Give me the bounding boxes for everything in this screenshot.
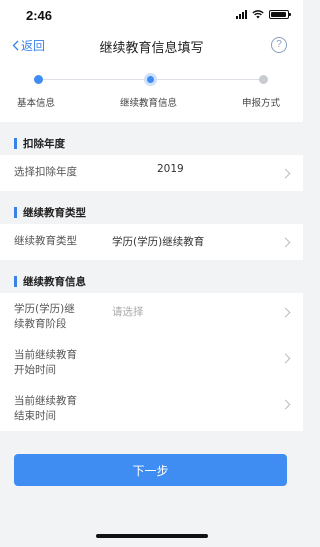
step-connector bbox=[156, 79, 260, 80]
start-time-row[interactable]: 当前继续教育 开始时间 bbox=[0, 339, 303, 385]
start-time-label: 当前继续教育 开始时间 bbox=[14, 349, 77, 376]
stage-select-row[interactable]: 学历(学历)继 续教育阶段 请选择 bbox=[0, 293, 303, 339]
cellular-signal-icon bbox=[236, 10, 247, 19]
end-time-label: 当前继续教育 结束时间 bbox=[14, 395, 77, 422]
year-value: 2019 bbox=[157, 163, 184, 175]
next-button[interactable]: 下一步 bbox=[14, 454, 287, 486]
help-icon[interactable]: ? bbox=[271, 37, 287, 53]
step-connector bbox=[40, 79, 146, 80]
section-title: 继续教育信息 bbox=[23, 275, 86, 288]
year-row-label: 选择扣除年度 bbox=[14, 166, 77, 178]
type-row-label: 继续教育类型 bbox=[14, 235, 77, 247]
home-indicator[interactable] bbox=[96, 534, 208, 538]
stage-row-label: 学历(学历)继 续教育阶段 bbox=[14, 303, 75, 330]
section-header-info: 继续教育信息 bbox=[0, 269, 303, 293]
section-header-year: 扣除年度 bbox=[0, 131, 303, 155]
end-time-row[interactable]: 当前继续教育 结束时间 bbox=[0, 385, 303, 431]
battery-icon bbox=[269, 10, 291, 19]
step-dot-completed bbox=[34, 75, 43, 84]
step-dot-current bbox=[147, 76, 154, 83]
page-title: 继续教育信息填写 bbox=[99, 41, 204, 56]
type-value: 学历(学历)继续教育 bbox=[112, 236, 205, 248]
chevron-right-icon bbox=[280, 307, 291, 318]
step-label-education-info: 继续教育信息 bbox=[120, 98, 178, 109]
type-select-row[interactable]: 继续教育类型 学历(学历)继续教育 bbox=[0, 224, 303, 260]
wifi-icon bbox=[252, 10, 264, 19]
chevron-right-icon bbox=[280, 168, 291, 179]
step-label-basic-info: 基本信息 bbox=[17, 98, 56, 109]
status-bar: 2:46 bbox=[0, 0, 303, 30]
step-indicator: 基本信息 继续教育信息 申报方式 bbox=[0, 62, 303, 122]
year-select-row[interactable]: 选择扣除年度 2019 bbox=[0, 155, 303, 191]
chevron-right-icon bbox=[280, 353, 291, 364]
status-icons bbox=[236, 10, 291, 19]
step-label-filing-method: 申报方式 bbox=[242, 98, 281, 109]
section-title: 扣除年度 bbox=[23, 137, 65, 150]
education-info-card: 学历(学历)继 续教育阶段 请选择 当前继续教育 开始时间 当前继续教育 结束时… bbox=[0, 293, 303, 431]
stage-placeholder: 请选择 bbox=[112, 306, 144, 318]
chevron-right-icon bbox=[280, 237, 291, 248]
step-dot-pending bbox=[259, 75, 268, 84]
section-header-type: 继续教育类型 bbox=[0, 200, 303, 224]
nav-bar: 返回 继续教育信息填写 ? bbox=[0, 30, 303, 62]
status-time: 2:46 bbox=[26, 8, 53, 23]
chevron-right-icon bbox=[280, 399, 291, 410]
section-title: 继续教育类型 bbox=[23, 206, 86, 219]
